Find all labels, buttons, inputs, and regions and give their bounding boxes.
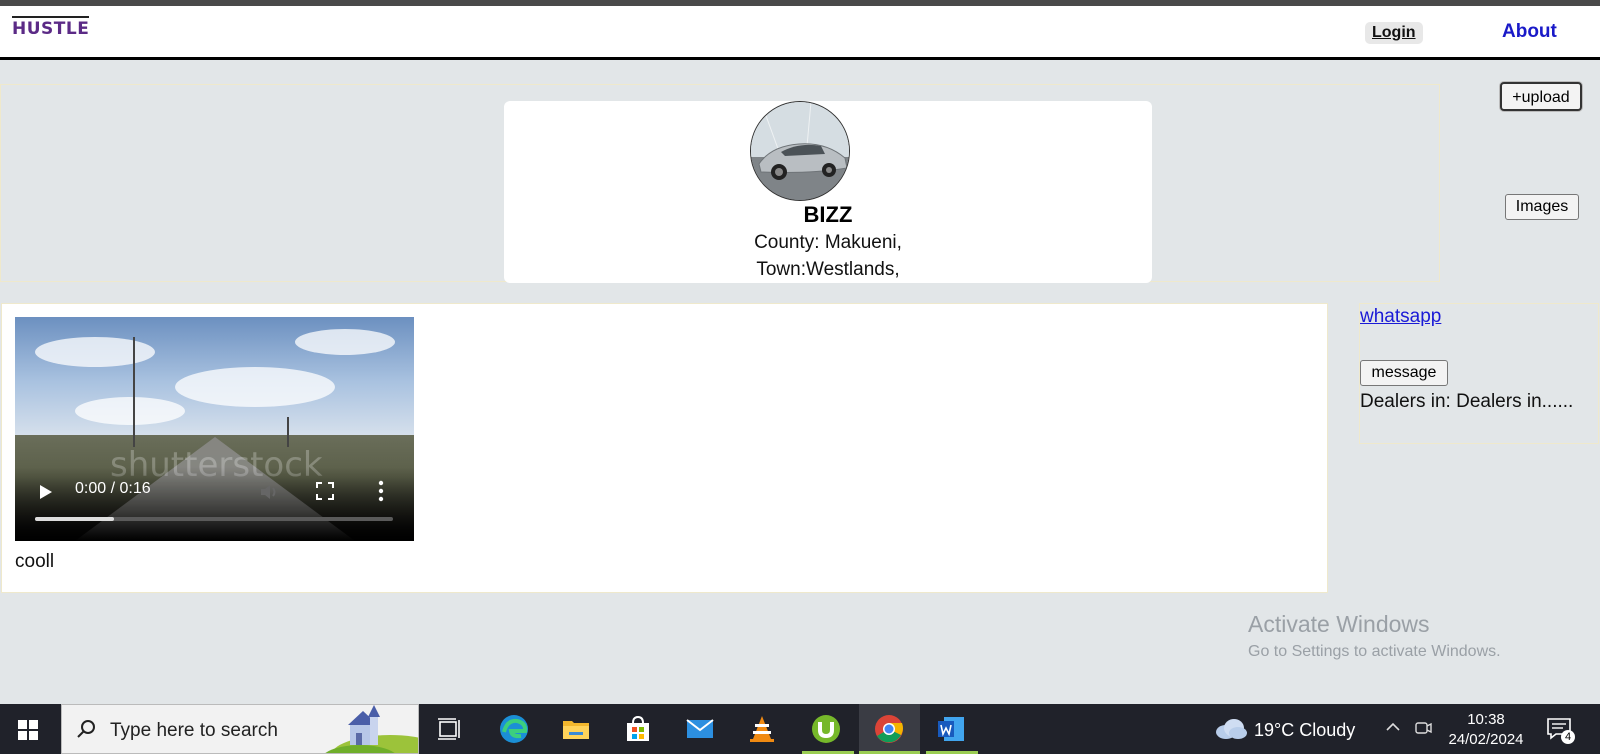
windows-start-icon[interactable] <box>18 720 38 740</box>
taskbar-search[interactable]: Type here to search <box>61 704 419 754</box>
county-text: County: Makueni, <box>754 232 902 253</box>
meet-now-icon[interactable] <box>1413 718 1433 738</box>
video-pole <box>133 337 135 447</box>
task-view-icon[interactable] <box>436 714 466 744</box>
about-link[interactable]: About <box>1502 21 1557 43</box>
chrome-icon[interactable] <box>874 714 904 744</box>
post-card: shutterstock 0:00 / 0:16 cooll <box>1 303 1328 593</box>
file-explorer-icon[interactable] <box>561 714 591 744</box>
word-icon[interactable] <box>936 714 966 744</box>
dealers-text: Dealers in: Dealers in...... <box>1360 391 1574 412</box>
activate-subtitle: Go to Settings to activate Windows. <box>1248 643 1501 660</box>
activate-windows-watermark: Activate Windows Go to Settings to activ… <box>1248 611 1501 661</box>
more-options-icon[interactable] <box>378 480 384 502</box>
taskbar-clock[interactable]: 10:38 24/02/2024 <box>1446 710 1526 750</box>
vlc-icon[interactable] <box>747 714 777 744</box>
video-cloud <box>35 337 155 367</box>
video-cloud <box>175 367 335 407</box>
video-progress-fill <box>35 517 114 521</box>
mail-icon[interactable] <box>685 714 715 744</box>
activate-title: Activate Windows <box>1248 611 1430 637</box>
clock-date: 24/02/2024 <box>1448 731 1524 748</box>
notification-count: 4 <box>1561 730 1575 744</box>
town-text: Town:Westlands, <box>756 259 900 280</box>
avatar <box>750 101 850 201</box>
taskbar: Type here to search 19°C Cloudy 10:38 24… <box>0 704 1600 754</box>
chevron-up-icon[interactable] <box>1384 718 1402 736</box>
cloud-weather-icon[interactable] <box>1212 717 1248 741</box>
fullscreen-icon[interactable] <box>316 482 334 500</box>
clock-time: 10:38 <box>1467 711 1505 728</box>
weather-text[interactable]: 19°C Cloudy <box>1254 720 1355 741</box>
business-name: BIZZ <box>803 202 853 227</box>
video-pole <box>287 417 289 447</box>
volume-icon[interactable] <box>258 481 280 503</box>
search-highlight-art-icon <box>325 705 418 753</box>
search-placeholder: Type here to search <box>110 720 278 741</box>
login-link[interactable]: Login <box>1365 22 1423 44</box>
post-caption: cooll <box>15 551 55 572</box>
logo[interactable]: HUSTLE <box>12 16 90 38</box>
video-player[interactable]: shutterstock 0:00 / 0:16 <box>15 317 414 541</box>
video-time: 0:00 / 0:16 <box>75 480 151 497</box>
video-cloud <box>75 397 185 425</box>
video-cloud <box>295 329 395 355</box>
upload-button[interactable]: +upload <box>1500 82 1582 111</box>
microsoft-store-icon[interactable] <box>623 714 653 744</box>
profile-card: BIZZ County: Makueni, Town:Westlands, <box>504 101 1152 283</box>
utorrent-icon[interactable] <box>811 714 841 744</box>
images-button[interactable]: Images <box>1505 194 1579 220</box>
navbar: HUSTLE Login About <box>0 6 1600 60</box>
search-icon <box>77 720 95 738</box>
edge-icon[interactable] <box>499 714 529 744</box>
message-button[interactable]: message <box>1360 360 1448 386</box>
play-icon[interactable] <box>40 485 52 499</box>
whatsapp-link[interactable]: whatsapp <box>1360 306 1441 328</box>
video-controls <box>15 467 414 541</box>
video-progress-bar[interactable] <box>35 517 393 521</box>
